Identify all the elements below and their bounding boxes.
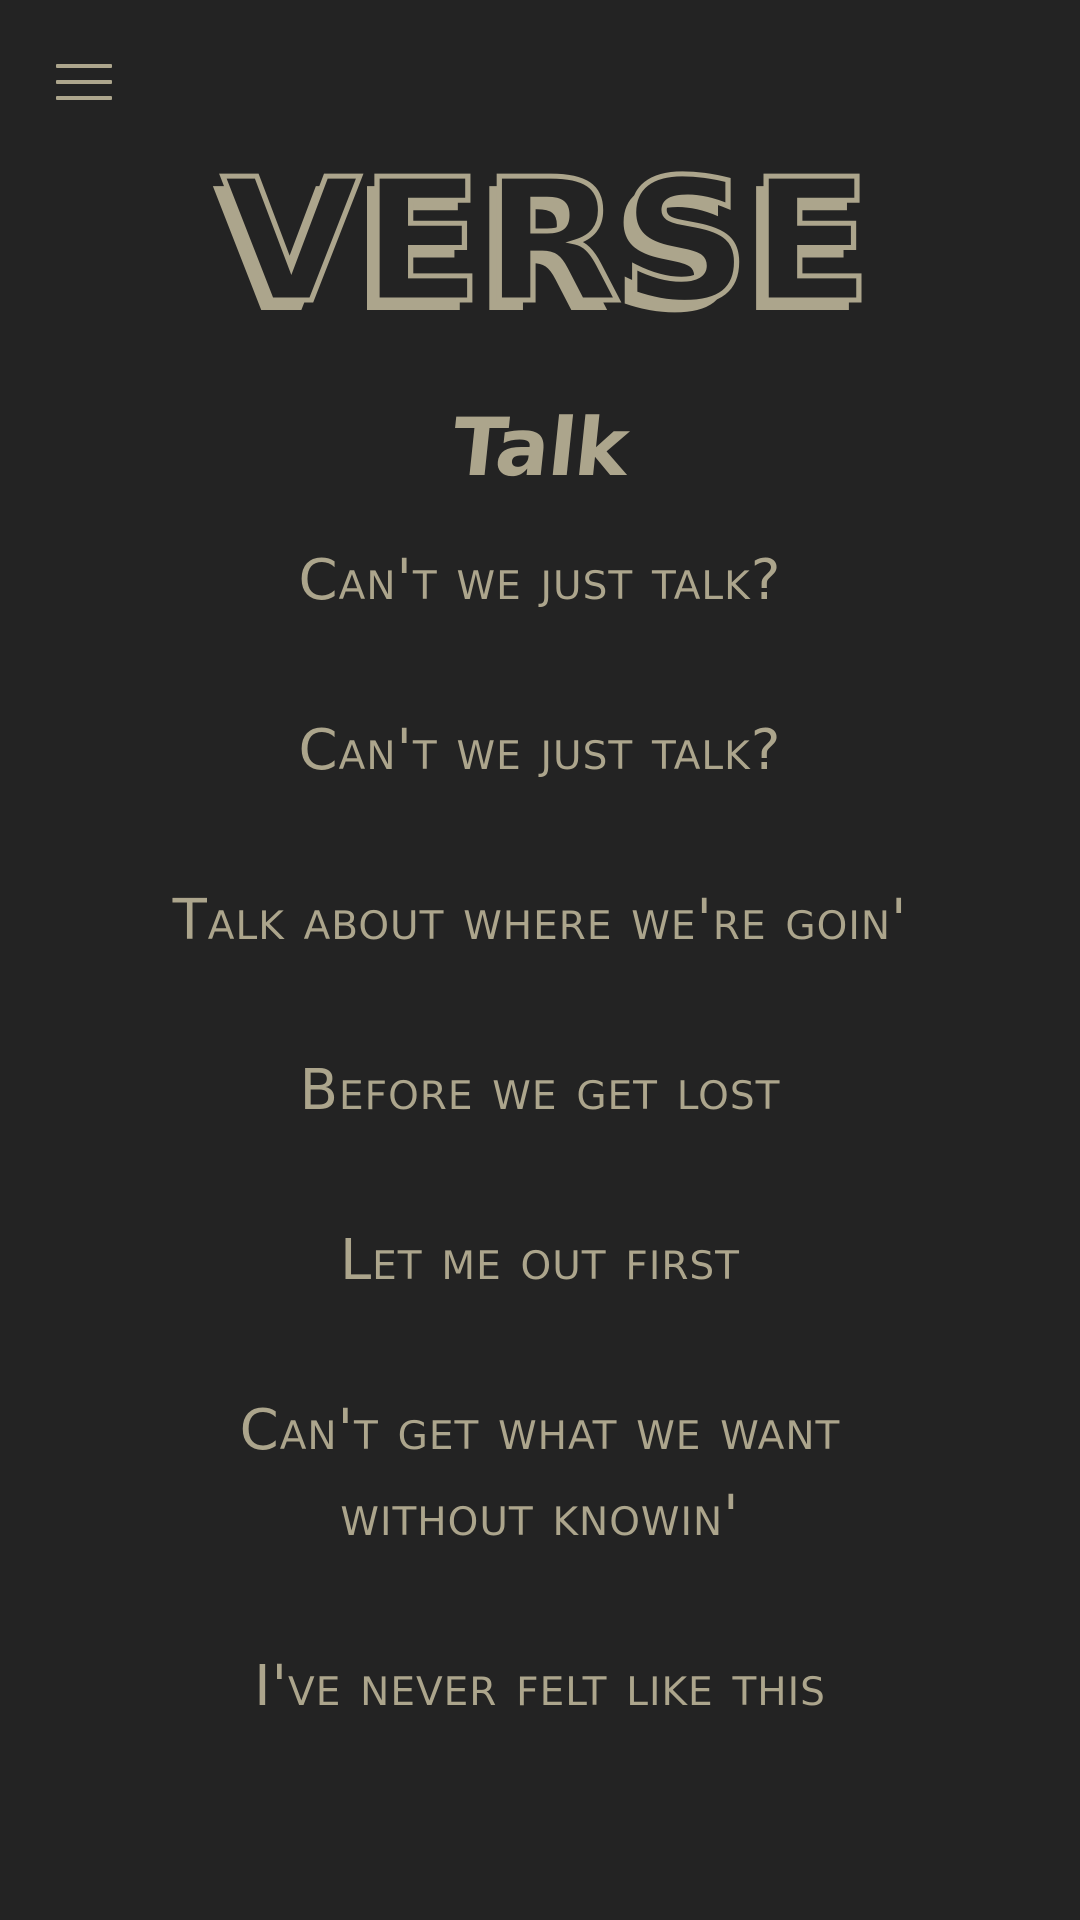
menu-bar [56, 64, 112, 68]
menu-bar [56, 96, 112, 100]
menu-bar [56, 80, 112, 84]
lyric-line: Can't we just talk? [298, 548, 782, 613]
lyrics-list: Can't we just talk? Can't we just talk? … [170, 538, 910, 1730]
logo-wordmark: VERSE VERSE [212, 150, 875, 340]
logo-text: VERSE [222, 150, 872, 340]
lyric-line: Talk about where we're goin' [172, 888, 908, 953]
lyric-line: Before we get lost [299, 1058, 781, 1123]
song-title: Talk [447, 401, 633, 494]
lyrics-scroll-area[interactable]: Can't we just talk? Can't we just talk? … [0, 538, 1080, 1766]
lyric-line: I've never felt like this [254, 1654, 826, 1719]
lyric-line: Can't we just talk? [298, 718, 782, 783]
hamburger-menu-icon[interactable] [50, 58, 118, 108]
lyric-line: Can't get what we want without knowin' [239, 1398, 841, 1549]
lyric-line: Let me out first [339, 1228, 741, 1293]
verse-logo[interactable]: VERSE VERSE [0, 150, 1080, 340]
